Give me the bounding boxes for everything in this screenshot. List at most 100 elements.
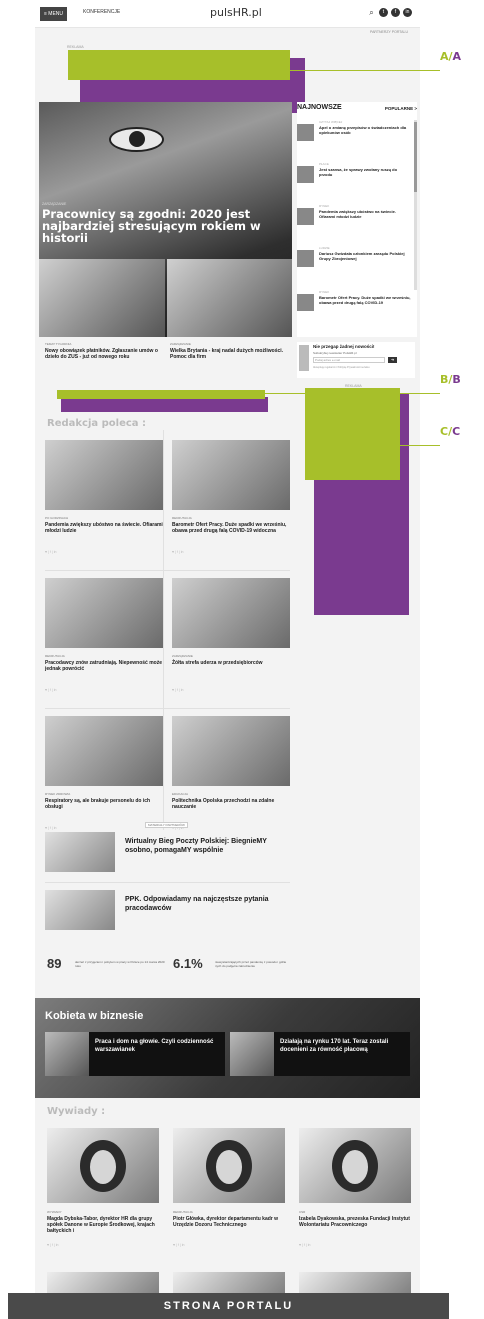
portal-page-banner: STRONA PORTALU bbox=[8, 1293, 449, 1319]
latest-item[interactable]: LUDZIE Dariusz Gwizdała członkiem zarząd… bbox=[297, 246, 412, 276]
partner-item[interactable]: PPK. Odpowiadamy na najczęstsze pytania … bbox=[45, 890, 290, 935]
mini-news-title[interactable]: Wielka Brytania - kraj nadal dużych możl… bbox=[170, 348, 288, 360]
share-icons[interactable]: ♥ | f | in bbox=[299, 1243, 310, 1247]
card-title[interactable]: Barometr Ofert Pracy. Duże spadki we wrz… bbox=[172, 522, 290, 534]
tab-latest[interactable]: NAJNOWSZE bbox=[297, 104, 342, 111]
facebook-icon[interactable]: f bbox=[391, 8, 400, 17]
card-title[interactable]: Magda Dybska-Tabor, dyrektor HR dla grup… bbox=[47, 1216, 159, 1234]
card-kicker: CSR bbox=[299, 1210, 306, 1214]
ad-slot-c[interactable] bbox=[305, 388, 400, 480]
interview-card[interactable]: REKRUTACJA Piotr Główka, dyrektor depart… bbox=[173, 1128, 285, 1278]
ad-slot-b[interactable] bbox=[57, 390, 265, 399]
recommended-card[interactable]: REKRUTACJA Pracodawcy znów zatrudniają. … bbox=[45, 578, 163, 728]
portal-partners-label[interactable]: PARTNERZY PORTALU bbox=[370, 30, 408, 34]
hero-title[interactable]: Pracownicy są zgodni: 2020 jest najbardz… bbox=[42, 208, 267, 244]
latest-item[interactable]: CZYTAJ WIĘCEJ Apel o zmianę przepisów o … bbox=[297, 120, 412, 150]
mini-news-kicker: TEMAT TYGODNIA bbox=[45, 342, 72, 346]
tab-popular[interactable]: POPULARNE > bbox=[385, 106, 417, 111]
latest-title[interactable]: Apel o zmianę przepisów o świadczeniach … bbox=[319, 125, 411, 135]
latest-sidebar: NAJNOWSZE POPULARNE > CZYTAJ WIĘCEJ Apel… bbox=[297, 102, 417, 337]
hero-image-left[interactable] bbox=[39, 259, 165, 337]
latest-kicker: PŁACE bbox=[319, 162, 329, 166]
partner-item[interactable]: Wirtualny Bieg Poczty Polskiej: BiegnieM… bbox=[45, 832, 290, 877]
partner-image[interactable] bbox=[45, 890, 115, 930]
column-divider bbox=[163, 430, 164, 830]
latest-title[interactable]: Jest szansa, że sprawy zwołany ruszą do … bbox=[319, 167, 411, 177]
card-kicker: EDUKACJA bbox=[172, 792, 189, 796]
newsletter-submit-button[interactable]: ➜ bbox=[388, 357, 397, 363]
twitter-icon[interactable]: t bbox=[379, 8, 388, 17]
partner-title[interactable]: Wirtualny Bieg Poczty Polskiej: BiegnieM… bbox=[125, 837, 285, 855]
mini-news-title[interactable]: Nowy obowiązek płatników. Zgłaszanie umó… bbox=[45, 348, 163, 360]
site-logo[interactable]: pulsHR.pl bbox=[210, 6, 262, 19]
interview-card[interactable]: WYWIADY Magda Dybska-Tabor, dyrektor HR … bbox=[47, 1128, 159, 1278]
feature-image[interactable] bbox=[45, 1032, 89, 1076]
card-title[interactable]: Respiratory są, ale brakuje personelu do… bbox=[45, 798, 163, 810]
partner-title[interactable]: PPK. Odpowiadamy na najczęstsze pytania … bbox=[125, 895, 285, 913]
card-title[interactable]: Piotr Główka, dyrektor departamentu kadr… bbox=[173, 1216, 285, 1228]
mini-news-kicker: ZARZĄDZANIE bbox=[170, 342, 191, 346]
interview-image[interactable] bbox=[299, 1128, 411, 1203]
share-icons[interactable]: ♥ | f | in bbox=[45, 550, 56, 554]
feature-title[interactable]: Działają na rynku 170 lat. Teraz zostali… bbox=[280, 1038, 400, 1054]
card-image[interactable] bbox=[172, 716, 290, 786]
sidebar-scrollbar[interactable] bbox=[414, 120, 417, 290]
feature-title[interactable]: Praca i dom na głowie. Czyli codzienność… bbox=[95, 1038, 215, 1054]
recommended-title: Redakcja poleca : bbox=[47, 418, 147, 429]
feature-card[interactable]: Praca i dom na głowie. Czyli codzienność… bbox=[45, 1032, 225, 1076]
card-title[interactable]: Izabela Dyakowska, prezeska Fundacji Ins… bbox=[299, 1216, 411, 1228]
latest-kicker: RYNEK bbox=[319, 204, 330, 208]
share-icons[interactable]: ♥ | f | in bbox=[45, 688, 56, 692]
latest-item[interactable]: RYNEK Pandemia zwiększy ubóstwo na świec… bbox=[297, 204, 412, 234]
interview-image[interactable] bbox=[173, 1128, 285, 1203]
latest-title[interactable]: Barometr Ofert Pracy. Duże spadki we wrz… bbox=[319, 295, 411, 305]
latest-kicker: CZYTAJ WIĘCEJ bbox=[319, 120, 343, 124]
latest-item[interactable]: RYNEK Barometr Ofert Pracy. Duże spadki … bbox=[297, 290, 412, 320]
linkedin-icon[interactable]: in bbox=[403, 8, 412, 17]
stat-number: 6.1% bbox=[173, 956, 203, 971]
ad-slot-a[interactable] bbox=[68, 50, 290, 80]
card-image[interactable] bbox=[45, 440, 163, 510]
feature-card[interactable]: Działają na rynku 170 lat. Teraz zostali… bbox=[230, 1032, 410, 1076]
latest-thumb bbox=[297, 208, 314, 225]
share-icons[interactable]: ♥ | f | in bbox=[172, 688, 183, 692]
share-icons[interactable]: ♥ | f | in bbox=[45, 826, 56, 830]
card-image[interactable] bbox=[172, 440, 290, 510]
latest-title[interactable]: Dariusz Gwizdała członkiem zarządu Polsk… bbox=[319, 251, 411, 261]
recommended-card[interactable]: ZARZĄDZANIE Żółta strefa uderza w przeds… bbox=[172, 578, 290, 728]
latest-title[interactable]: Pandemia zwiększy ubóstwo na świecie. Of… bbox=[319, 209, 411, 219]
card-image[interactable] bbox=[172, 578, 290, 648]
search-icon[interactable]: ⌕ bbox=[367, 8, 376, 17]
portrait bbox=[332, 1140, 378, 1192]
latest-thumb bbox=[297, 166, 314, 183]
mini-news-item[interactable]: TEMAT TYGODNIA Nowy obowiązek płatników.… bbox=[45, 342, 163, 380]
mini-news-item[interactable]: ZARZĄDZANIE Wielka Brytania - kraj nadal… bbox=[170, 342, 288, 380]
share-icons[interactable]: ♥ | f | in bbox=[173, 1243, 184, 1247]
card-image[interactable] bbox=[45, 716, 163, 786]
callout-label-c: C/C bbox=[440, 425, 461, 438]
menu-button[interactable]: ≡ MENU bbox=[40, 7, 68, 21]
partner-image[interactable] bbox=[45, 832, 115, 872]
site-header: ≡ MENU KONFERENCJE pulsHR.pl ⌕ t f in bbox=[35, 0, 420, 28]
callout-label-b: B/B bbox=[440, 373, 461, 386]
latest-item[interactable]: PŁACE Jest szansa, że sprawy zwołany rus… bbox=[297, 162, 412, 192]
hero-image-right[interactable] bbox=[166, 259, 292, 337]
card-title[interactable]: Pracodawcy znów zatrudniają. Niepewność … bbox=[45, 660, 163, 672]
interview-image[interactable] bbox=[47, 1128, 159, 1203]
card-title[interactable]: Politechnika Opolska przechodzi na zdaln… bbox=[172, 798, 290, 810]
share-icons[interactable]: ♥ | f | in bbox=[47, 1243, 58, 1247]
card-title[interactable]: Żółta strefa uderza w przedsiębiorców bbox=[172, 660, 290, 666]
newsletter-email-input[interactable]: Podaj adres e-mail bbox=[313, 357, 385, 363]
section-title: Kobieta w biznesie bbox=[45, 1010, 144, 1022]
newsletter-box: Nie przegap żadnej nowości! Subskrybuj n… bbox=[297, 342, 415, 378]
recommended-card[interactable]: REKRUTACJA Barometr Ofert Pracy. Duże sp… bbox=[172, 440, 290, 590]
conferences-link[interactable]: KONFERENCJE bbox=[83, 9, 120, 15]
newsletter-desc: Subskrybuj newsletter PulsHR.pl bbox=[313, 351, 357, 355]
share-icons[interactable]: ♥ | f | in bbox=[172, 550, 183, 554]
feature-image[interactable] bbox=[230, 1032, 274, 1076]
card-image[interactable] bbox=[45, 578, 163, 648]
interview-card[interactable]: CSR Izabela Dyakowska, prezeska Fundacji… bbox=[299, 1128, 411, 1278]
card-title[interactable]: Pandemia zwiększy ubóstwo na świecie. Of… bbox=[45, 522, 163, 534]
card-kicker: ZARZĄDZANIE bbox=[172, 654, 193, 658]
recommended-card[interactable]: PO GODZINACH Pandemia zwiększy ubóstwo n… bbox=[45, 440, 163, 590]
